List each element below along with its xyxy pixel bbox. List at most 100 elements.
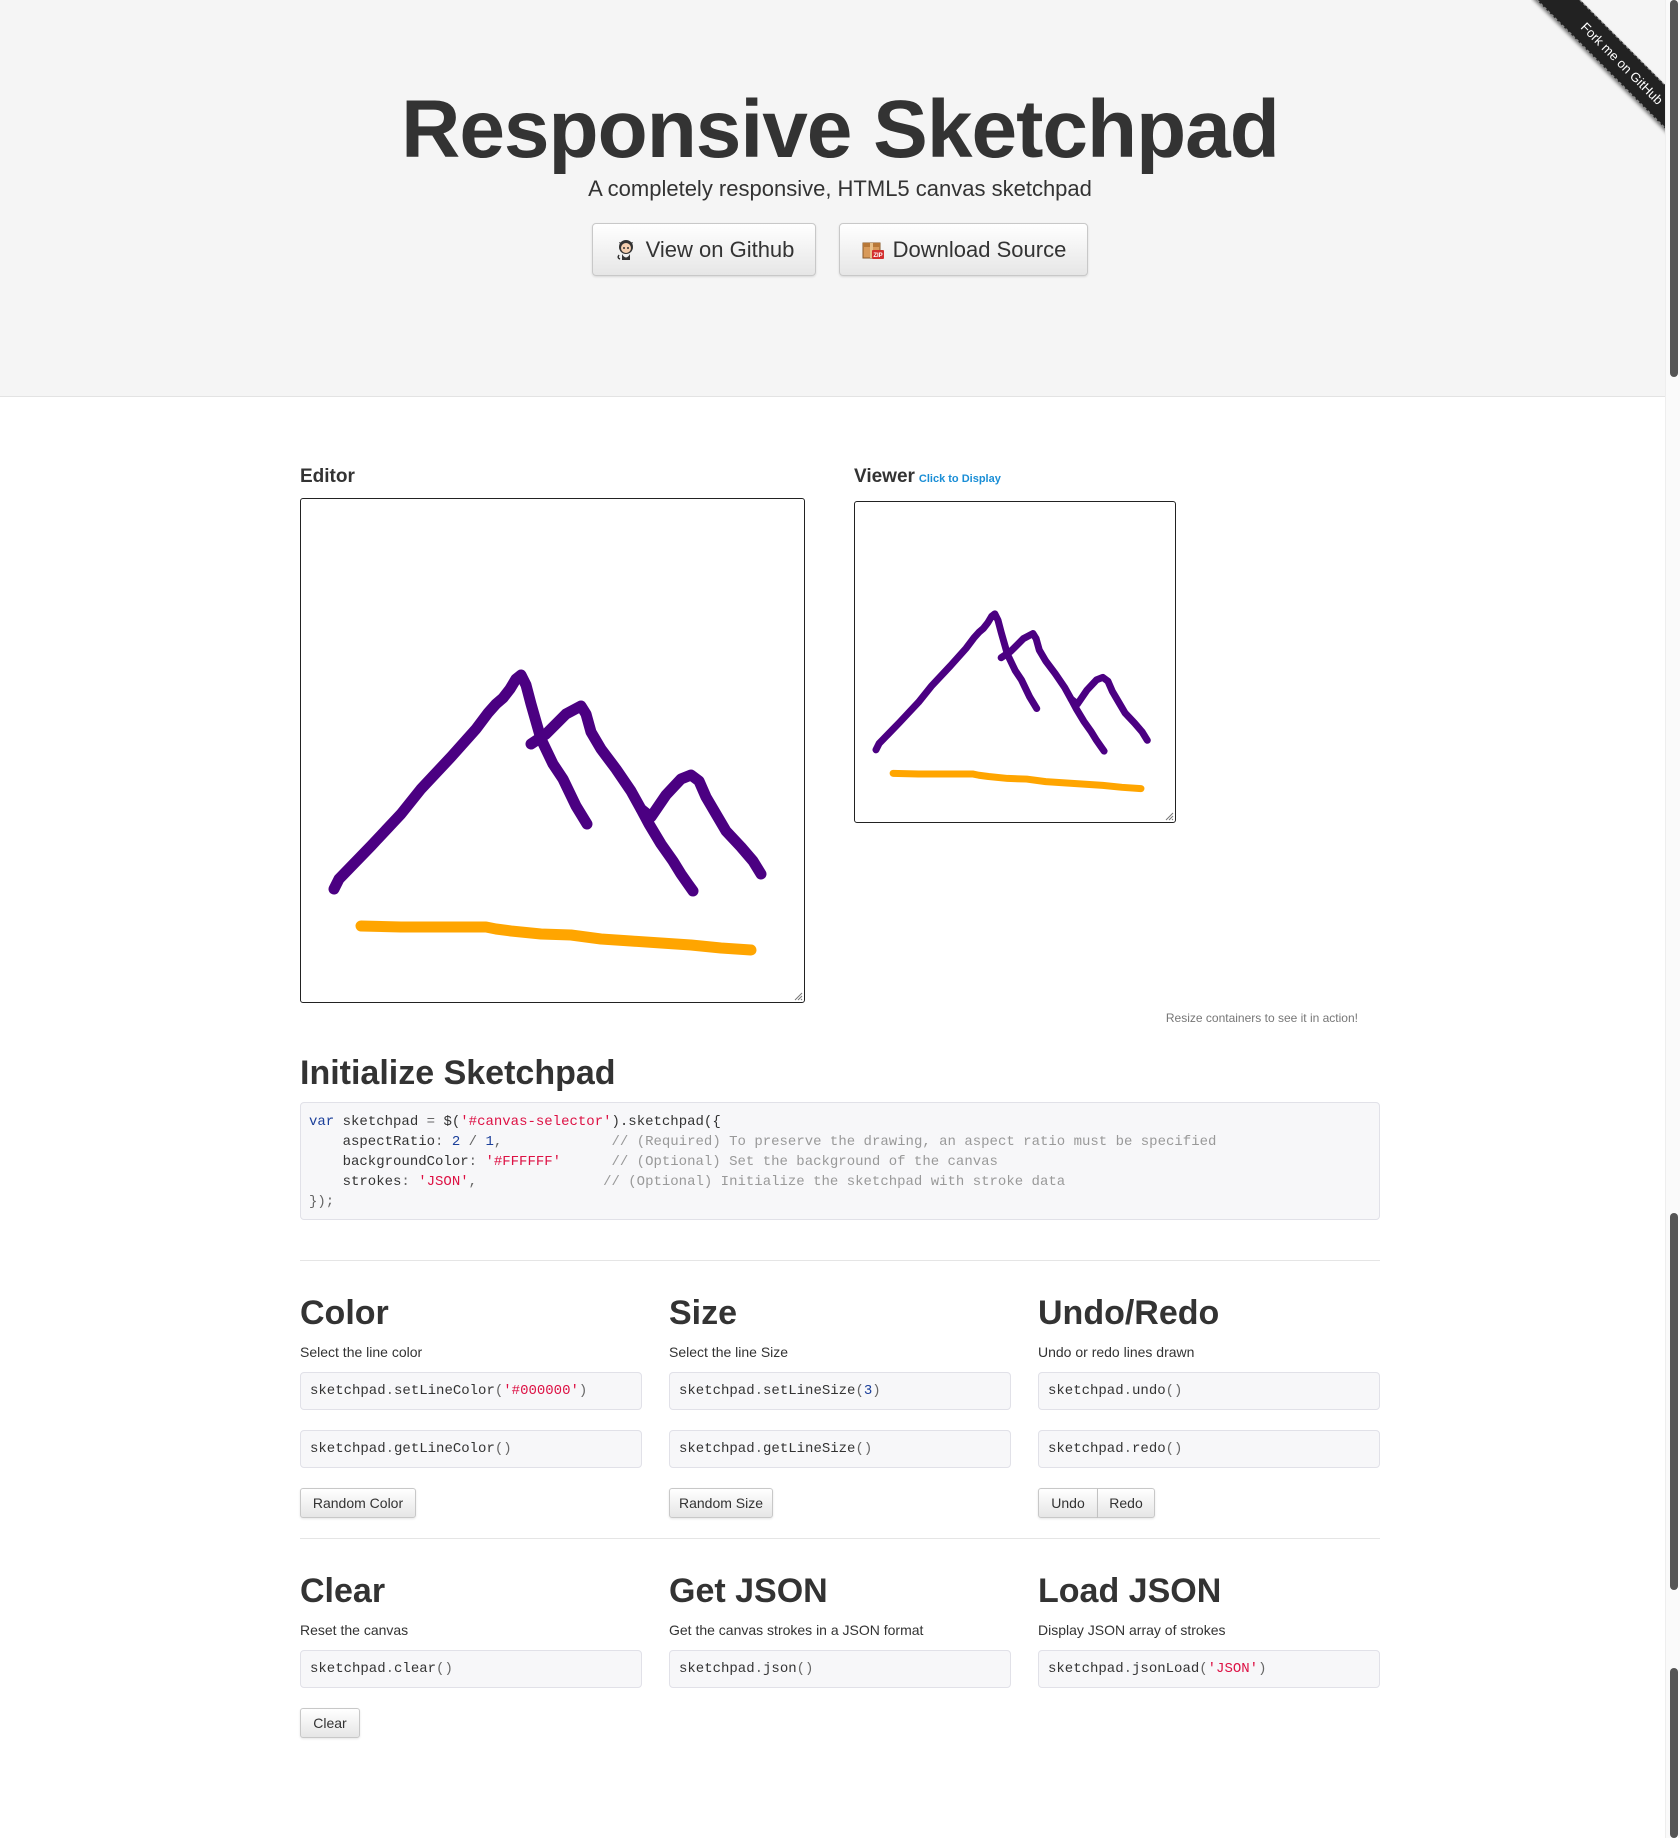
code-token: undo xyxy=(1132,1383,1166,1399)
editor-stroke-valley xyxy=(635,803,699,897)
code-token: ( xyxy=(1199,1661,1208,1677)
code-token: = xyxy=(426,1114,436,1130)
code-token: sketchpad xyxy=(1048,1441,1124,1457)
code-comment: // (Required) To preserve the drawing, a… xyxy=(502,1134,1217,1150)
initialize-heading: Initialize Sketchpad xyxy=(300,1054,616,1092)
code-token: '#000000' xyxy=(503,1383,579,1399)
undo-redo-heading: Undo/Redo xyxy=(1038,1294,1220,1332)
code-token: ( xyxy=(855,1383,864,1399)
code-line-5: }); xyxy=(309,1194,335,1210)
download-source-button[interactable]: ZIP Download Source xyxy=(839,223,1088,276)
code-token: getLineColor xyxy=(394,1441,495,1457)
code-line-1: var sketchpad = $('#canvas-selector').sk… xyxy=(309,1114,721,1130)
code-comment: // (Optional) Set the background of the … xyxy=(561,1154,998,1170)
code-token: 2 xyxy=(443,1134,461,1150)
code-comment: // (Optional) Initialize the sketchpad w… xyxy=(477,1174,1066,1190)
viewer-drawing xyxy=(872,610,1151,793)
initialize-code-block: var sketchpad = $('#canvas-selector').sk… xyxy=(300,1102,1380,1220)
code-token: sketchpad xyxy=(679,1441,755,1457)
code-line-4: strokes: 'JSON', // (Optional) Initializ… xyxy=(309,1174,1066,1190)
code-token: () xyxy=(494,1441,512,1457)
set-line-size-code: sketchpad. setLineSize(3) xyxy=(669,1372,1011,1410)
page-subtitle: A completely responsive, HTML5 canvas sk… xyxy=(588,176,1092,201)
code-token: setLineColor xyxy=(394,1383,495,1399)
editor-drawing[interactable] xyxy=(301,499,803,1001)
scrollbar-thumb-bottom[interactable] xyxy=(1670,1668,1678,1838)
code-token: sketchpad xyxy=(1048,1661,1124,1677)
editor-canvas[interactable] xyxy=(300,498,805,1003)
code-token: backgroundColor xyxy=(309,1154,469,1170)
viewer-stroke-valley xyxy=(1067,695,1108,755)
code-token: . xyxy=(385,1383,395,1399)
code-token: . xyxy=(754,1441,764,1457)
code-token: '#canvas-selector' xyxy=(460,1114,612,1130)
clear-button[interactable]: Clear xyxy=(300,1708,360,1738)
code-token: sketchpad xyxy=(679,1661,755,1677)
viewer-label-text: Viewer xyxy=(854,466,915,487)
code-token: ( xyxy=(494,1383,504,1399)
scrollbar-thumb-top[interactable] xyxy=(1670,0,1678,377)
section-divider xyxy=(300,1260,1380,1261)
fork-ribbon[interactable]: Fork me on GitHub xyxy=(1531,0,1680,149)
page-scrollbar[interactable] xyxy=(1665,0,1680,1838)
code-token: $( xyxy=(435,1114,461,1130)
svg-text:ZIP: ZIP xyxy=(873,253,882,259)
code-token: () xyxy=(855,1441,873,1457)
scrollbar-thumb-middle[interactable] xyxy=(1670,1213,1678,1590)
section-divider xyxy=(300,1538,1380,1539)
code-token: sketchpad xyxy=(310,1441,386,1457)
code-token: . xyxy=(754,1661,764,1677)
code-token: getLineSize xyxy=(763,1441,856,1457)
get-line-size-code: sketchpad. getLineSize() xyxy=(669,1430,1011,1468)
size-heading: Size xyxy=(669,1294,738,1332)
load-json-heading: Load JSON xyxy=(1038,1572,1222,1610)
code-token: : xyxy=(468,1154,478,1170)
view-on-github-button[interactable]: View on Github xyxy=(592,223,816,276)
viewer-resize-grip-icon[interactable] xyxy=(1165,812,1174,821)
fork-ribbon-label[interactable]: Fork me on GitHub xyxy=(1533,0,1680,149)
code-token: sketchpad xyxy=(310,1661,386,1677)
code-token: () xyxy=(1165,1383,1183,1399)
get-json-code: sketchpad. json() xyxy=(669,1650,1011,1688)
undo-redo-description: Undo or redo lines drawn xyxy=(1038,1344,1195,1360)
code-token: var xyxy=(309,1114,335,1130)
code-token: () xyxy=(796,1661,814,1677)
code-token: ).sketchpad({ xyxy=(611,1114,721,1130)
code-token: setLineSize xyxy=(763,1383,856,1399)
viewer-stroke-ground xyxy=(889,769,1145,793)
code-token: aspectRatio xyxy=(309,1134,436,1150)
code-token: 'JSON' xyxy=(1207,1661,1259,1677)
viewer-canvas[interactable] xyxy=(854,501,1176,823)
download-source-label: Download Source xyxy=(892,236,1067,262)
code-token: clear xyxy=(394,1661,437,1677)
code-token: . xyxy=(1123,1441,1133,1457)
code-line-3: backgroundColor: '#FFFFFF' // (Optional)… xyxy=(309,1154,998,1170)
editor-label-text: Editor xyxy=(300,466,355,487)
code-token: () xyxy=(1165,1441,1183,1457)
editor-label: Editor xyxy=(300,466,355,488)
code-token: sketchpad xyxy=(679,1383,755,1399)
code-token: ) xyxy=(872,1383,881,1399)
octocat-icon xyxy=(617,239,633,260)
code-token: , xyxy=(468,1174,478,1190)
code-token: jsonLoad xyxy=(1132,1661,1200,1677)
editor-stroke-mountain xyxy=(328,669,593,895)
undo-button[interactable]: Undo xyxy=(1038,1488,1098,1518)
random-color-button[interactable]: Random Color xyxy=(300,1488,416,1518)
editor-resize-grip-icon[interactable] xyxy=(794,992,803,1001)
code-token: sketchpad xyxy=(334,1114,427,1130)
redo-button[interactable]: Redo xyxy=(1098,1488,1155,1518)
get-line-color-code: sketchpad. getLineColor() xyxy=(300,1430,642,1468)
resize-note: Resize containers to see it in action! xyxy=(1165,1011,1358,1025)
code-token: / xyxy=(460,1134,478,1150)
code-token: : xyxy=(401,1174,410,1190)
click-to-display-link[interactable]: Click to Display xyxy=(919,473,1001,485)
set-line-color-code: sketchpad. setLineColor('#000000') xyxy=(300,1372,642,1410)
random-size-button[interactable]: Random Size xyxy=(669,1488,773,1518)
get-json-description: Get the canvas strokes in a JSON format xyxy=(669,1622,924,1638)
undo-code: sketchpad. undo() xyxy=(1038,1372,1380,1410)
clear-heading: Clear xyxy=(300,1572,386,1610)
hero-banner: Responsive Sketchpad A completely respon… xyxy=(0,0,1680,397)
code-token: () xyxy=(436,1661,453,1677)
zip-archive-icon: ZIP xyxy=(862,242,884,259)
